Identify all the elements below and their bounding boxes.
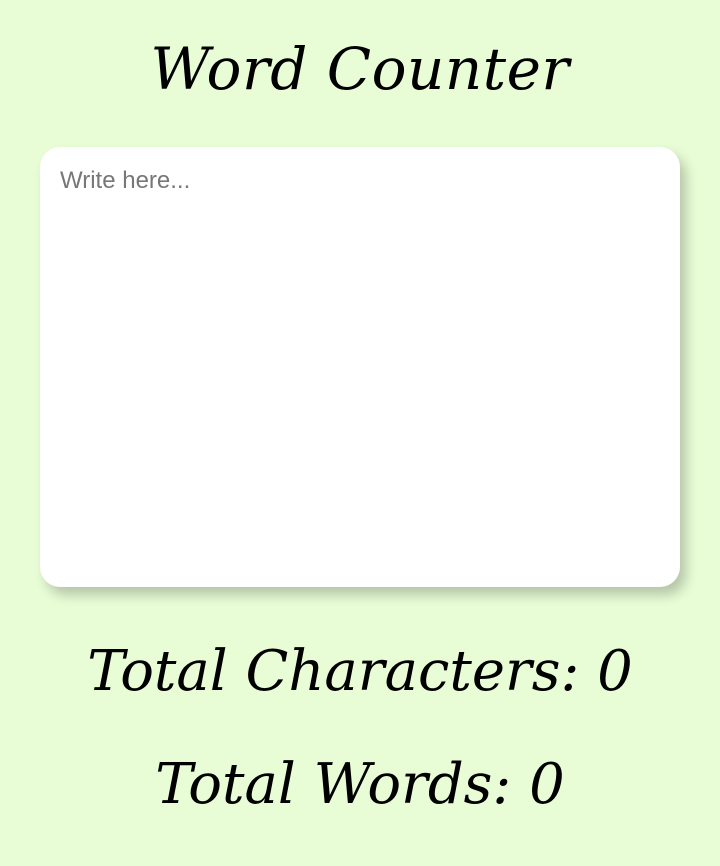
text-editor-card [40, 147, 680, 587]
total-characters-stat: Total Characters: 0 [0, 632, 720, 712]
text-input[interactable] [40, 147, 680, 587]
total-words-label: Total Words: [155, 752, 530, 817]
total-words-value: 0 [529, 752, 565, 817]
total-words-stat: Total Words: 0 [0, 745, 720, 825]
total-characters-value: 0 [597, 639, 633, 704]
total-characters-label: Total Characters: [87, 639, 598, 704]
page-title: Word Counter [150, 35, 570, 103]
